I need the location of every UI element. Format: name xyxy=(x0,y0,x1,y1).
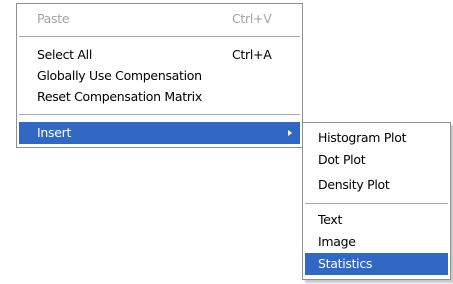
chevron-right-icon xyxy=(288,130,292,136)
submenu-item-text[interactable]: Text xyxy=(305,209,448,231)
menu-item-globally-use-compensation[interactable]: Globally Use Compensation xyxy=(19,65,300,87)
menu-item-label: Text xyxy=(318,212,343,227)
menu-item-label: Density Plot xyxy=(318,177,390,192)
menu-item-shortcut: Ctrl+V xyxy=(232,11,272,26)
menu-item-label: Histogram Plot xyxy=(318,130,407,145)
menu-separator xyxy=(305,203,448,204)
menu-item-label: Select All xyxy=(37,47,93,62)
menu-item-label: Globally Use Compensation xyxy=(37,68,202,83)
menu-item-label: Image xyxy=(318,234,356,249)
menu-item-paste[interactable]: Paste Ctrl+V xyxy=(19,8,300,30)
submenu-item-density-plot[interactable]: Density Plot xyxy=(305,174,448,196)
menu-item-insert[interactable]: Insert xyxy=(19,122,300,144)
menu-item-select-all[interactable]: Select All Ctrl+A xyxy=(19,44,300,66)
menu-item-reset-compensation-matrix[interactable]: Reset Compensation Matrix xyxy=(19,86,300,108)
menu-item-label: Insert xyxy=(37,125,72,140)
menu-item-shortcut: Ctrl+A xyxy=(232,47,272,62)
submenu-item-histogram-plot[interactable]: Histogram Plot xyxy=(305,127,448,149)
submenu-item-image[interactable]: Image xyxy=(305,231,448,253)
insert-submenu: Histogram Plot Dot Plot Density Plot Tex… xyxy=(302,122,451,280)
submenu-item-statistics[interactable]: Statistics xyxy=(305,253,448,275)
submenu-item-dot-plot[interactable]: Dot Plot xyxy=(305,149,448,171)
menu-item-label: Paste xyxy=(37,11,70,26)
menu-separator xyxy=(19,114,300,115)
menu-item-label: Statistics xyxy=(318,256,373,271)
context-menu: Paste Ctrl+V Select All Ctrl+A Globally … xyxy=(16,3,303,148)
menu-item-label: Reset Compensation Matrix xyxy=(37,89,202,104)
menu-separator xyxy=(19,36,300,37)
menu-item-label: Dot Plot xyxy=(318,152,366,167)
